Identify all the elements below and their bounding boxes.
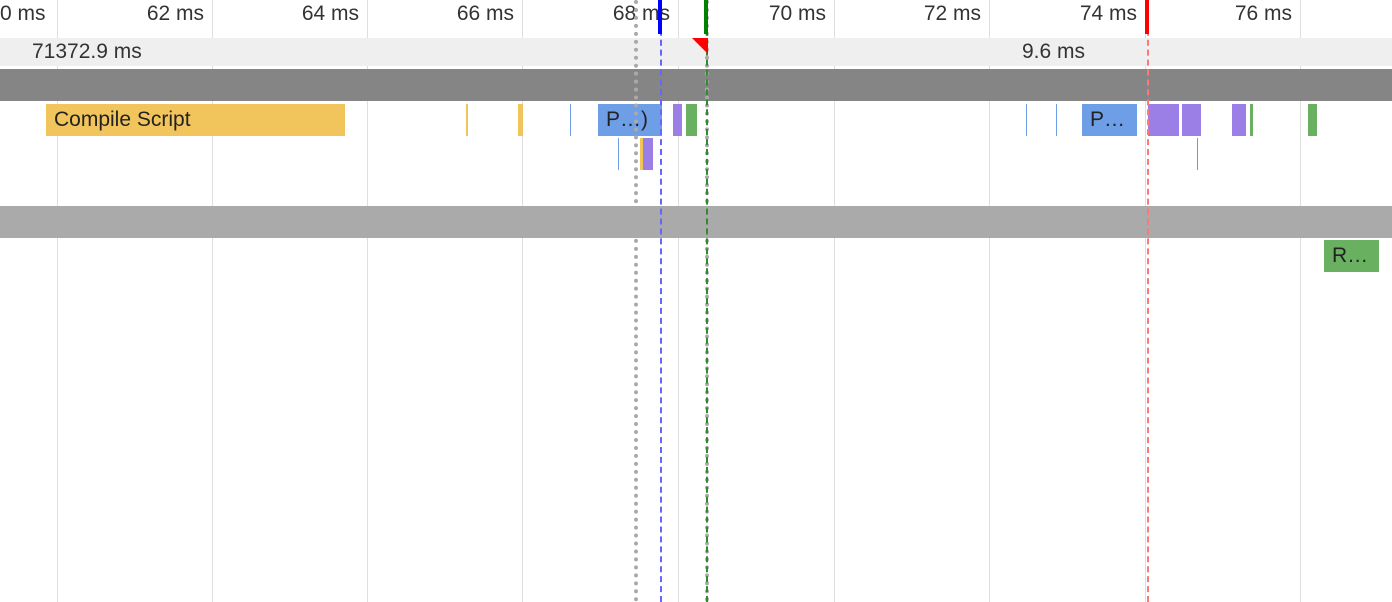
flame-event[interactable] bbox=[673, 104, 682, 136]
flame-event[interactable]: R… bbox=[1324, 240, 1379, 272]
flame-event[interactable]: Compile Script bbox=[46, 104, 345, 136]
flame-event[interactable] bbox=[1182, 104, 1201, 136]
frame-duration[interactable]: 9.6 ms bbox=[1022, 40, 1085, 64]
main-thread-group-header[interactable] bbox=[0, 69, 1392, 101]
first-contentful-paint-marker-line bbox=[706, 0, 708, 602]
flame-event[interactable]: P… bbox=[1082, 104, 1137, 136]
ruler-tick: 68 ms bbox=[612, 2, 670, 25]
secondary-thread-group-header[interactable] bbox=[0, 206, 1392, 238]
long-frame-warning-icon[interactable] bbox=[692, 38, 708, 54]
performance-timeline[interactable]: 0 ms 62 ms 64 ms 66 ms 68 ms 70 ms 72 ms… bbox=[0, 0, 1392, 602]
ruler-tick: 0 ms bbox=[0, 2, 46, 25]
load-marker-line bbox=[1147, 0, 1149, 602]
ruler-tick: 76 ms bbox=[1234, 2, 1292, 25]
flame-event[interactable] bbox=[570, 104, 571, 136]
frame-duration[interactable]: 71372.9 ms bbox=[32, 40, 142, 64]
flame-event[interactable] bbox=[618, 138, 619, 170]
ruler-tick: 62 ms bbox=[146, 2, 204, 25]
flame-event[interactable] bbox=[518, 104, 523, 136]
load-marker[interactable] bbox=[1145, 0, 1149, 34]
flame-event[interactable] bbox=[643, 138, 653, 170]
ruler-tick: 64 ms bbox=[301, 2, 359, 25]
flame-event[interactable] bbox=[1056, 104, 1057, 136]
flame-event[interactable] bbox=[1148, 104, 1179, 136]
flame-event[interactable] bbox=[1308, 104, 1317, 136]
flame-event[interactable] bbox=[1250, 104, 1253, 136]
ruler-tick: 66 ms bbox=[456, 2, 514, 25]
flame-event[interactable] bbox=[466, 104, 468, 136]
ruler-tick: 74 ms bbox=[1079, 2, 1137, 25]
ruler-tick: 70 ms bbox=[768, 2, 826, 25]
first-paint-marker[interactable] bbox=[658, 0, 662, 34]
ruler-tick: 72 ms bbox=[923, 2, 981, 25]
first-contentful-paint-marker[interactable] bbox=[704, 0, 708, 34]
flame-event[interactable]: P…) bbox=[598, 104, 662, 136]
flame-event[interactable] bbox=[1232, 104, 1246, 136]
flame-event[interactable] bbox=[686, 104, 697, 136]
first-paint-marker-line bbox=[660, 0, 662, 602]
grey-dotted-marker-line bbox=[634, 0, 638, 602]
flame-event[interactable] bbox=[1026, 104, 1027, 136]
flame-event[interactable] bbox=[1197, 138, 1198, 170]
